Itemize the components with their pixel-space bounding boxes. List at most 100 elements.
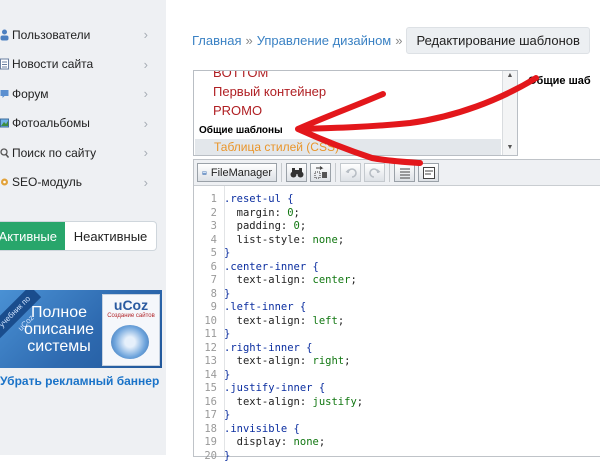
find-button[interactable] (286, 163, 307, 182)
wrap-icon (423, 167, 435, 179)
search-icon (0, 147, 9, 159)
code-token: ; (294, 207, 300, 219)
banner-product-box: uCoz Создание сайтов (102, 294, 160, 366)
line-number: 1 (194, 193, 224, 207)
code-line[interactable]: 6.center-inner { (194, 261, 600, 275)
tab-inactive[interactable]: Неактивные (65, 222, 156, 250)
code-line[interactable]: 10 text-align: left; (194, 315, 600, 329)
sidebar-item-seo[interactable]: SEO-модуль › (0, 168, 160, 198)
code-text: } (224, 288, 230, 302)
line-number: 13 (194, 355, 224, 369)
code-line[interactable]: 16 text-align: justify; (194, 396, 600, 410)
code-line[interactable]: 13 text-align: right; (194, 355, 600, 369)
code-token: display: (224, 436, 294, 448)
template-item-selected-label: Таблица стилей (CSS) (214, 140, 339, 154)
code-text: .left-inner { (224, 301, 306, 315)
sidebar-item-label: Фотоальбомы (12, 116, 90, 130)
undo-button[interactable] (340, 163, 361, 182)
code-token: margin: (224, 207, 287, 219)
template-item[interactable]: PROMO (213, 103, 262, 118)
code-text: } (224, 450, 230, 463)
code-line[interactable]: 15.justify-inner { (194, 382, 600, 396)
line-number: 5 (194, 247, 224, 261)
code-token: ; (300, 220, 306, 232)
ad-banner[interactable]: учебник по uCoz Полное описание системы … (0, 290, 162, 368)
code-text: .center-inner { (224, 261, 319, 275)
photo-albums-icon (0, 117, 9, 129)
line-number: 19 (194, 436, 224, 450)
sidebar-item-label: Пользователи (12, 28, 90, 42)
code-editor[interactable]: FileManager 1.reset-ul {2 margin: 0;3 pa… (193, 159, 600, 457)
template-item[interactable]: Первый контейнер (213, 84, 326, 99)
filemanager-button[interactable]: FileManager (197, 163, 277, 182)
sidebar-item-photo-albums[interactable]: Фотоальбомы › (0, 109, 160, 139)
line-numbers-button[interactable] (394, 163, 415, 182)
scroll-up-icon[interactable]: ▲ (503, 71, 517, 81)
code-line[interactable]: 18.invisible { (194, 423, 600, 437)
breadcrumb-separator: » (395, 33, 402, 48)
banner-text: Полное описание системы (4, 304, 114, 355)
code-token: left (313, 315, 338, 327)
editor-toolbar: FileManager (194, 160, 600, 186)
sidebar-item-label: Новости сайта (12, 57, 93, 71)
sidebar-item-label: Поиск по сайту (12, 146, 96, 160)
wrap-button[interactable] (418, 163, 439, 182)
code-line[interactable]: 3 padding: 0; (194, 220, 600, 234)
code-area[interactable]: 1.reset-ul {2 margin: 0;3 padding: 0;4 l… (194, 193, 600, 463)
line-number: 10 (194, 315, 224, 329)
code-token: .invisible { (224, 423, 300, 435)
line-number: 9 (194, 301, 224, 315)
tab-active[interactable]: Активные (0, 222, 65, 250)
banner-box-subtitle: Создание сайтов (103, 313, 159, 319)
code-token: ; (350, 274, 356, 286)
template-item[interactable]: BOTTOM (213, 70, 268, 80)
remove-banner-link[interactable]: Убрать рекламный баннер (0, 374, 159, 388)
code-line[interactable]: 14} (194, 369, 600, 383)
code-line[interactable]: 1.reset-ul { (194, 193, 600, 207)
sidebar-item-news[interactable]: Новости сайта › (0, 50, 160, 80)
code-token: } (224, 369, 230, 381)
sidebar-item-forum[interactable]: Форум › (0, 79, 160, 109)
breadcrumb-current: Редактирование шаблонов (406, 27, 589, 54)
code-line[interactable]: 11} (194, 328, 600, 342)
code-token: } (224, 288, 230, 300)
disc-icon (111, 325, 149, 359)
template-list-scrollbar[interactable]: ▲ ▼ (502, 71, 517, 155)
code-token: .right-inner { (224, 342, 313, 354)
code-line[interactable]: 17} (194, 409, 600, 423)
group-title: Общие шаб (528, 75, 591, 87)
code-line[interactable]: 8} (194, 288, 600, 302)
line-number: 8 (194, 288, 224, 302)
sidebar: Пользователи › Новости сайта › Форум › Ф… (0, 0, 166, 455)
code-line[interactable]: 5} (194, 247, 600, 261)
sidebar-item-site-search[interactable]: Поиск по сайту › (0, 138, 160, 168)
breadcrumb-home[interactable]: Главная (192, 33, 241, 48)
template-item-selected[interactable]: Таблица стилей (CSS) (195, 139, 501, 155)
chevron-right-icon: › (144, 175, 148, 190)
chevron-right-icon: › (144, 86, 148, 101)
code-line[interactable]: 9.left-inner { (194, 301, 600, 315)
code-token: padding: (224, 220, 294, 232)
scroll-down-icon[interactable]: ▼ (503, 143, 517, 153)
breadcrumb-design-management[interactable]: Управление дизайном (257, 33, 392, 48)
redo-icon (369, 167, 381, 179)
toolbar-separator (389, 163, 390, 182)
chevron-right-icon: › (144, 116, 148, 131)
code-line[interactable]: 12.right-inner { (194, 342, 600, 356)
code-line[interactable]: 20} (194, 450, 600, 463)
filemanager-label: FileManager (211, 167, 272, 179)
code-text: .right-inner { (224, 342, 313, 356)
replace-button[interactable] (310, 163, 331, 182)
sidebar-item-users[interactable]: Пользователи › (0, 20, 160, 50)
seo-icon (0, 176, 9, 188)
code-token: .reset-ul { (224, 193, 294, 205)
line-numbers-icon (399, 167, 411, 179)
code-text: } (224, 328, 230, 342)
code-line[interactable]: 2 margin: 0; (194, 207, 600, 221)
line-number: 17 (194, 409, 224, 423)
code-line[interactable]: 19 display: none; (194, 436, 600, 450)
code-line[interactable]: 4 list-style: none; (194, 234, 600, 248)
code-line[interactable]: 7 text-align: center; (194, 274, 600, 288)
template-list[interactable]: BOTTOM Первый контейнер PROMO Общие шабл… (193, 70, 518, 156)
redo-button[interactable] (364, 163, 385, 182)
